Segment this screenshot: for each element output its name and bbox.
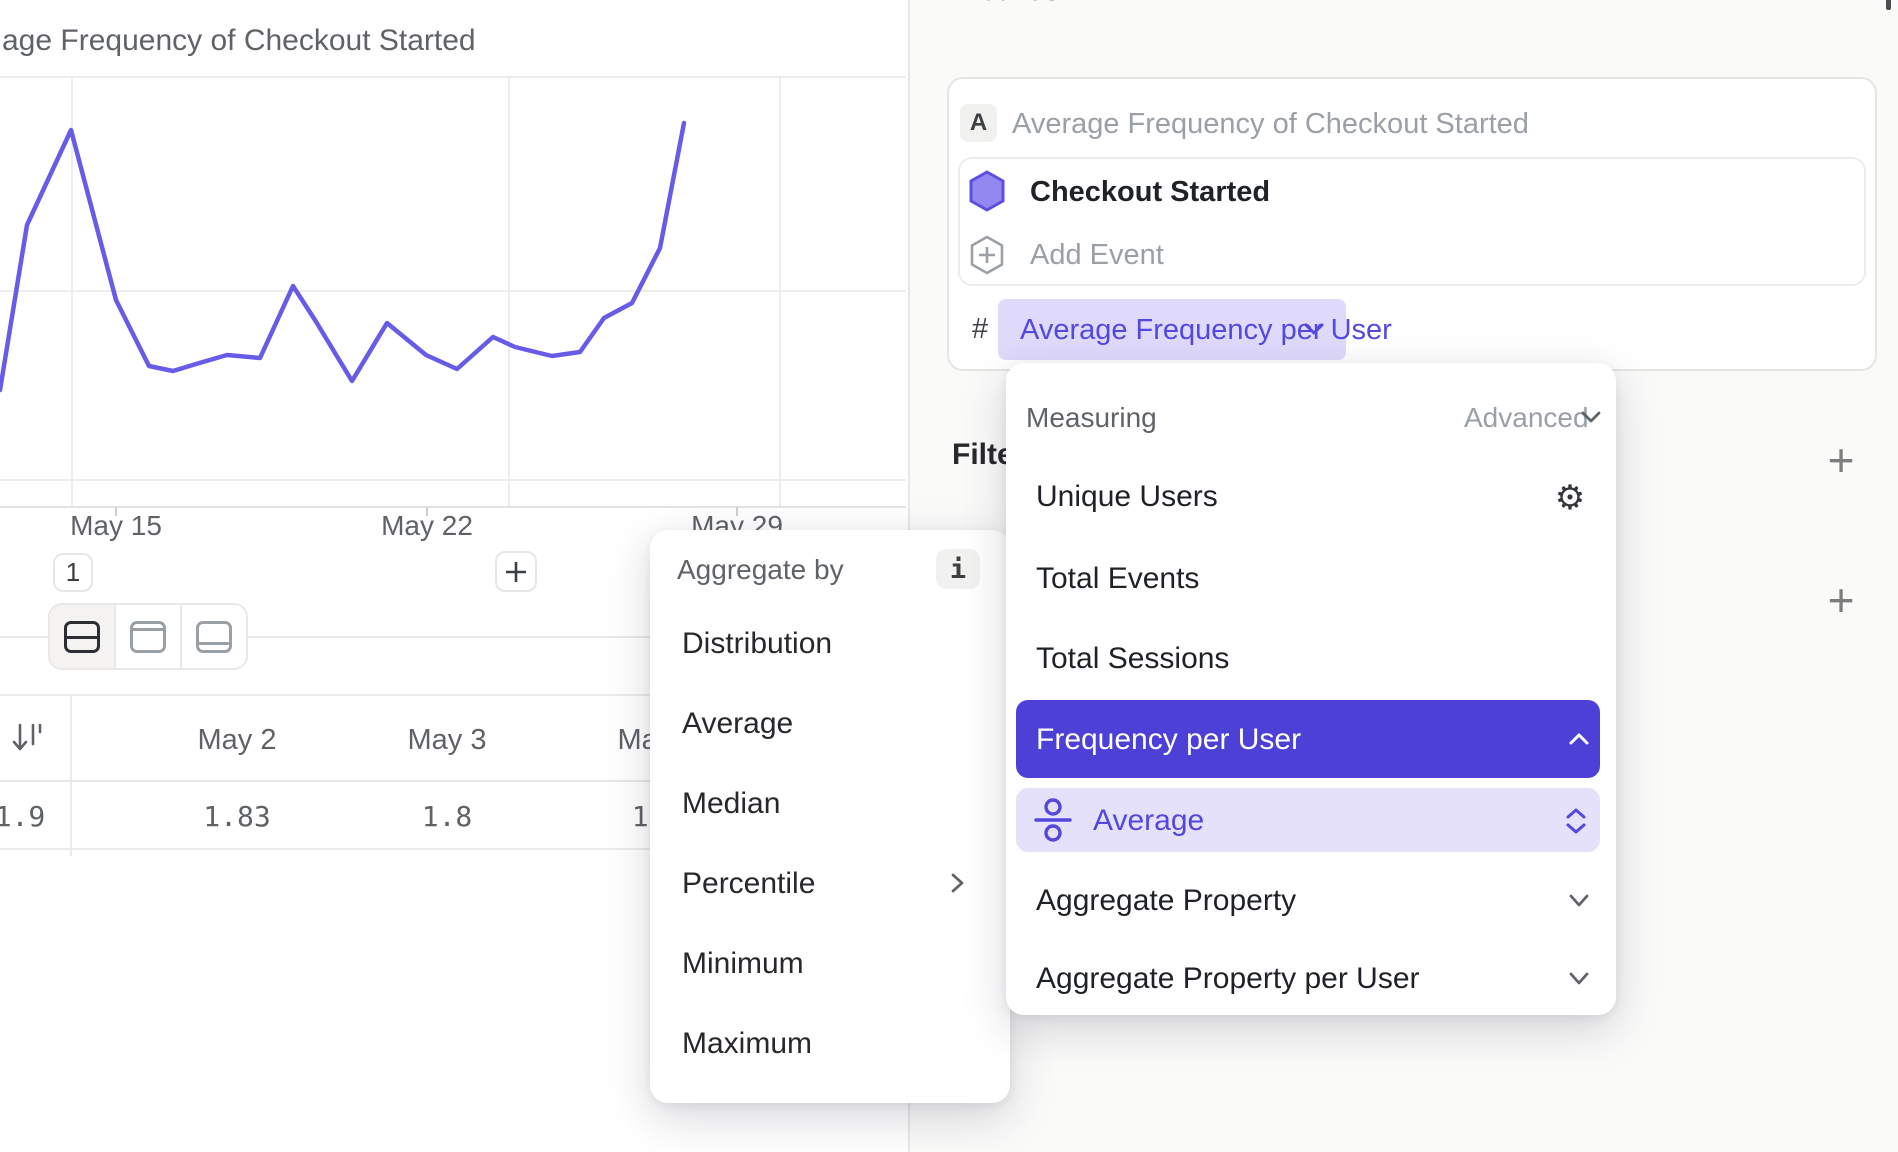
metric-name-field[interactable]: Average Frequency of Checkout Started xyxy=(1012,108,1529,141)
unfold-more-icon xyxy=(1563,806,1589,841)
layout-toggle-panel-bottom[interactable] xyxy=(180,605,246,668)
measurement-chip-label: Average Frequency per User xyxy=(1020,314,1392,347)
sort-button[interactable] xyxy=(8,718,48,758)
sort-descending-icon xyxy=(8,718,48,758)
event-item-checkout-started[interactable]: Checkout Started xyxy=(1030,176,1270,209)
gear-icon[interactable]: ⚙ xyxy=(1550,478,1590,518)
event-hexagon-icon xyxy=(968,170,1006,217)
panel-bottom-icon xyxy=(196,621,232,653)
menu-item-total-events[interactable]: Total Events xyxy=(1036,562,1199,596)
metrics-heading: Metrics xyxy=(955,0,1060,8)
selected-item-label: Frequency per User xyxy=(1036,723,1301,757)
menu-item-average[interactable]: Average xyxy=(682,707,793,741)
plus-icon xyxy=(503,559,529,585)
table-cell: 1.83 xyxy=(203,800,270,833)
menu-item-percentile[interactable]: Percentile xyxy=(682,867,815,901)
series-page-button[interactable]: 1 xyxy=(53,553,93,592)
table-column-separator xyxy=(70,694,72,856)
menu-item-aggregate-property-per-user[interactable]: Aggregate Property per User xyxy=(1036,962,1420,996)
layout-toggle-header-top[interactable] xyxy=(114,605,180,668)
add-button[interactable] xyxy=(495,551,537,592)
panel-top-icon xyxy=(130,621,166,653)
menu-item-distribution[interactable]: Distribution xyxy=(682,627,832,661)
table-header[interactable]: May 2 xyxy=(198,724,277,757)
advanced-dropdown[interactable]: Advanced xyxy=(1464,402,1589,434)
chevron-down-icon xyxy=(1566,890,1592,917)
add-event-button[interactable]: Add Event xyxy=(1030,239,1164,272)
split-horizontal-icon xyxy=(64,621,100,653)
menu-item-median[interactable]: Median xyxy=(682,787,780,821)
divide-icon xyxy=(1033,796,1073,849)
chevron-right-icon xyxy=(942,868,972,903)
info-button[interactable]: i xyxy=(936,549,980,589)
menu-item-maximum[interactable]: Maximum xyxy=(682,1027,812,1061)
chevron-down-icon xyxy=(1578,408,1604,433)
add-event-hexagon-icon xyxy=(968,234,1006,281)
app-root: age Frequency of Checkout Started May 15… xyxy=(0,0,1898,1152)
sub-item-label: Average xyxy=(1093,804,1204,838)
chevron-down-icon xyxy=(1566,968,1592,995)
menu-item-total-sessions[interactable]: Total Sessions xyxy=(1036,642,1229,676)
table-cell: 1.9 xyxy=(0,800,45,833)
chevron-down-icon xyxy=(1300,320,1328,345)
frequency-line-chart xyxy=(0,0,908,545)
partial-plus-icon xyxy=(1886,0,1891,10)
x-axis-label: May 15 xyxy=(70,510,162,542)
hash-symbol: # xyxy=(972,313,988,346)
table-header[interactable]: May 3 xyxy=(408,724,487,757)
menu-item-unique-users[interactable]: Unique Users xyxy=(1036,480,1218,514)
add-section-button[interactable]: + xyxy=(1818,577,1864,623)
aggregate-by-header: Aggregate by xyxy=(677,554,844,586)
metric-badge: A xyxy=(960,104,997,142)
menu-item-minimum[interactable]: Minimum xyxy=(682,947,804,981)
x-axis-label: May 22 xyxy=(381,510,473,542)
measuring-header: Measuring xyxy=(1026,402,1157,434)
add-filter-button[interactable]: + xyxy=(1818,437,1864,483)
layout-toggle-split-horizontal[interactable] xyxy=(50,605,114,668)
chevron-up-icon xyxy=(1564,728,1594,755)
menu-item-aggregate-property[interactable]: Aggregate Property xyxy=(1036,884,1296,918)
table-cell: 1.8 xyxy=(422,800,473,833)
layout-toggle-group xyxy=(48,603,248,670)
